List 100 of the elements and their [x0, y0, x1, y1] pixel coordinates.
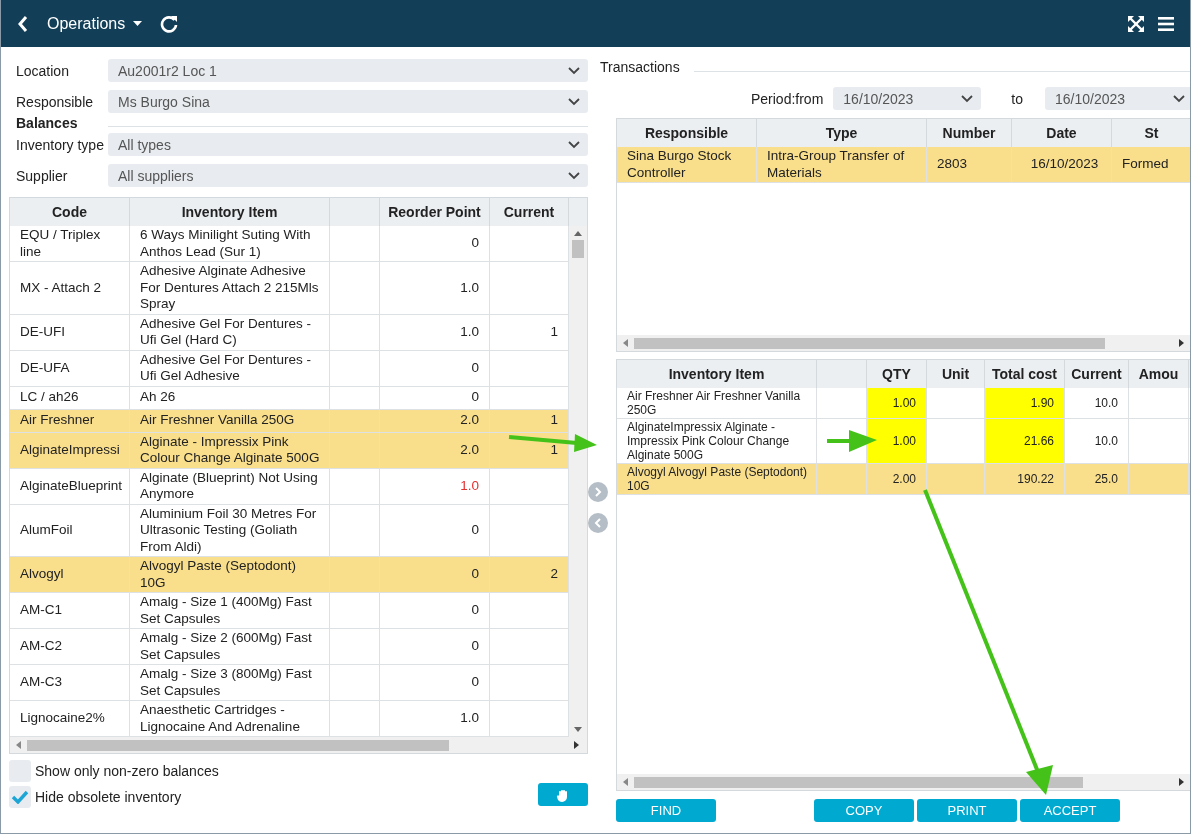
move-right-icon[interactable] — [588, 482, 608, 502]
vertical-scrollbar[interactable] — [569, 226, 587, 737]
back-icon[interactable] — [17, 14, 29, 33]
scroll-thumb[interactable] — [572, 240, 584, 258]
table-cell-text: Adhesive Gel For Dentures - Ufi Gel (Hard C) — [140, 315, 313, 349]
table-cell: MX - Attach 2 — [20, 279, 102, 296]
table-cell: AM-C3 — [20, 674, 62, 691]
table-row[interactable]: AM-C2 Amalg - Size 2 (600Mg) Fast Set Capsules 0 — [10, 629, 569, 665]
table-cell: Lignocaine2% — [20, 710, 105, 727]
table-cell: 0 — [471, 359, 479, 377]
total-cost-cell[interactable]: 1.90 — [985, 388, 1065, 418]
scroll-thumb[interactable] — [27, 739, 450, 751]
table-row[interactable]: Alvogyl Alvogyl Paste (Septodont) 10G 0 2 — [10, 557, 569, 593]
checkbox-label: Show only non-zero balances — [35, 763, 219, 779]
scroll-left-icon[interactable] — [623, 339, 628, 347]
table-row[interactable]: DE-UFA Adhesive Gel For Dentures - Ufi Gel Adhesive 0 — [10, 350, 569, 387]
table-row[interactable]: AlginateImpressi Alginate - Impressix Pink Colour Change Alginate 500G 2.0 1 — [10, 432, 569, 469]
table-row[interactable]: Air Freshner Air Freshner Vanilla 250G 2.0 1 — [10, 409, 569, 433]
table-cell: 2 — [550, 566, 558, 583]
scroll-right-icon[interactable] — [1179, 778, 1184, 786]
table-row[interactable]: AM-C3 Amalg - Size 3 (800Mg) Fast Set Capsules 0 — [10, 665, 569, 701]
move-left-icon[interactable] — [588, 513, 608, 533]
table-cell-text: Amalg - Size 3 (800Mg) Fast Set Capsules — [140, 666, 313, 699]
qty-cell[interactable]: 1.00 — [867, 388, 927, 418]
table-row[interactable]: LC / ah26 Ah 26 0 — [10, 386, 569, 410]
dropdown[interactable]: Au2001r2 Loc 1 — [108, 59, 588, 82]
table-cell-text: Amalg - Size 2 (600Mg) Fast Set Capsules — [140, 630, 313, 663]
scroll-thumb[interactable] — [634, 776, 1083, 788]
hand-icon — [556, 787, 570, 802]
table-cell-text: AlginateImpressix Alginate - Impressix Pink Colour Change Alginate 500G — [627, 420, 791, 462]
chevron-down-icon — [568, 66, 580, 75]
table-cell-text: Air Freshner Air Freshner Vanilla 250G — [627, 389, 802, 417]
table-cell-text: Anaesthetic Cartridges - Lignocaine And Adrenaline — [140, 702, 301, 735]
qty-cell[interactable]: 2.00 — [867, 464, 927, 494]
scroll-left-icon[interactable] — [623, 778, 628, 786]
table-row[interactable]: AlginateBlueprint Alginate (Blueprint) Not Using Anymore 1.0 — [10, 468, 569, 505]
section-title: Balances — [15, 115, 79, 131]
table-cell-text: Adhesive Gel For Dentures - Ufi Gel Adhesive — [140, 351, 313, 385]
menu-icon[interactable] — [1158, 16, 1174, 31]
table-cell: Air Freshner — [20, 412, 95, 429]
dropdown[interactable]: Ms Burgo Sina — [108, 90, 588, 113]
scroll-right-icon[interactable] — [1179, 339, 1184, 347]
table-row[interactable]: Air Freshner Air Freshner Vanilla 250G 1.00 1.90 10.0 — [617, 388, 1190, 419]
date-dropdown[interactable]: 16/10/2023 — [833, 87, 982, 110]
horizontal-scrollbar[interactable] — [617, 774, 1190, 790]
table-cell: 10.0 — [1094, 396, 1118, 410]
table-row[interactable]: Alvogyl Alvogyl Paste (Septodont) 10G 2.00 190.22 25.0 — [617, 464, 1190, 495]
checkbox-label: Hide obsolete inventory — [35, 789, 182, 805]
table-cell-text: 6 Ways Minilight Suting With Anthos Lead (Sur 1) — [140, 227, 312, 260]
chevron-down-icon — [568, 171, 580, 180]
table-row[interactable]: AM-C1 Amalg - Size 1 (400Mg) Fast Set Capsules 0 — [10, 593, 569, 629]
table-cell: 0 — [471, 522, 479, 539]
table-cell: DE-UFA — [20, 359, 70, 377]
horizontal-scrollbar[interactable] — [10, 737, 587, 753]
table-row[interactable]: Sina Burgo Stock Controller Intra-Group Transfer of Materials 2803 16/10/2023 Formed — [617, 147, 1190, 183]
chevron-down-icon — [1173, 94, 1185, 103]
table-row[interactable]: Lignocaine2% Anaesthetic Cartridges - Lignocaine And Adrenaline 1.0 — [10, 701, 569, 737]
scroll-left-icon[interactable] — [16, 741, 21, 749]
table-cell: 1 — [550, 412, 558, 429]
field-label: Location — [15, 61, 70, 81]
table-cell: AM-C2 — [20, 638, 62, 655]
table-cell: 2.0 — [460, 441, 479, 459]
total-cost-cell[interactable]: 190.22 — [985, 464, 1065, 494]
table-cell-text: Alginate (Blueprint) Not Using Anymore — [140, 469, 319, 503]
table-cell: LC / ah26 — [20, 389, 79, 406]
field-label: Supplier — [15, 166, 69, 186]
qty-cell[interactable]: 1.00 — [867, 419, 927, 463]
table-cell: 1.0 — [460, 710, 479, 727]
table-cell: 10.0 — [1094, 434, 1118, 448]
horizontal-scrollbar[interactable] — [617, 335, 1190, 351]
table-cell: 0 — [471, 674, 479, 691]
table-cell: Air Freshner Vanilla 250G — [140, 412, 295, 429]
operations-menu-button[interactable]: Operations — [43, 14, 147, 33]
table-cell: 0 — [471, 638, 479, 655]
refresh-icon[interactable] — [160, 14, 179, 33]
checkbox[interactable] — [9, 786, 31, 808]
table-row[interactable]: AlumFoil Aluminium Foil 30 Metres For Ultrasonic Testing (Goliath From Aldi) 0 — [10, 504, 569, 557]
table-row[interactable]: MX - Attach 2 Adhesive Alginate Adhesive For Dentures Attach 2 215Mls Spray 1.0 — [10, 262, 569, 315]
scroll-thumb[interactable] — [634, 337, 1106, 349]
table-cell: AlginateImpressi — [20, 441, 120, 459]
scroll-right-icon[interactable] — [574, 741, 579, 749]
hand-button[interactable] — [538, 783, 588, 806]
table-row[interactable]: EQU / Triplex line 6 Ways Minilight Suting With Anthos Lead (Sur 1) 0 — [10, 226, 569, 262]
table-cell: AlginateBlueprint — [20, 477, 123, 495]
chevron-down-icon — [961, 94, 974, 103]
fullscreen-icon[interactable] — [1128, 15, 1144, 32]
section-title: Transactions — [600, 59, 681, 75]
table-row[interactable]: DE-UFI Adhesive Gel For Dentures - Ufi Gel (Hard C) 1.0 1 — [10, 314, 569, 351]
dropdown[interactable]: All suppliers — [108, 164, 588, 187]
table-cell: AM-C1 — [20, 602, 62, 619]
checkmark-icon — [11, 790, 29, 804]
scroll-up-icon[interactable] — [574, 231, 582, 236]
table-row[interactable]: AlginateImpressix Alginate - Impressix Pink Colour Change Alginate 500G 1.00 21.66 10.0 — [617, 419, 1190, 464]
scroll-down-icon[interactable] — [574, 727, 582, 732]
dropdown[interactable]: All types — [108, 133, 588, 156]
table-cell-text: Intra-Group Transfer of Materials — [767, 148, 906, 181]
table-cell: 25.0 — [1094, 472, 1118, 486]
date-dropdown[interactable]: 16/10/2023 — [1045, 87, 1190, 110]
total-cost-cell[interactable]: 21.66 — [985, 419, 1065, 463]
table-cell-text: Amalg - Size 1 (400Mg) Fast Set Capsules — [140, 594, 313, 627]
